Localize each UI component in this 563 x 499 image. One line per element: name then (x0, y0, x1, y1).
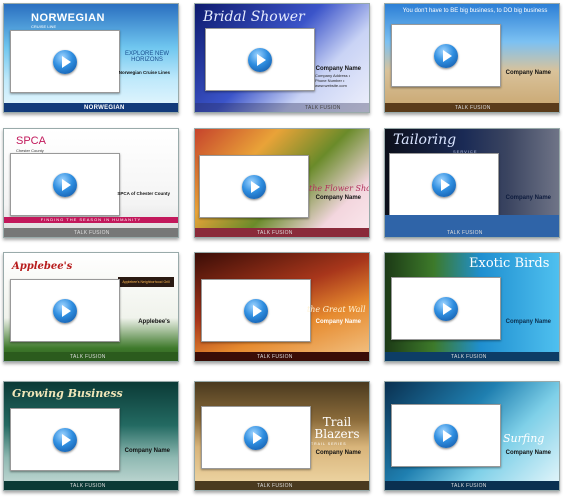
footer-brand: TALK FUSION (305, 105, 341, 111)
template-card-applebees[interactable]: Applebee's Applebee's Neighborhood Grill… (3, 252, 179, 362)
play-icon[interactable] (432, 173, 456, 197)
video-player[interactable] (201, 406, 311, 469)
play-icon[interactable] (244, 299, 268, 323)
video-player[interactable] (10, 279, 120, 342)
template-card-surfing[interactable]: Surfing Company Name TALK FUSION (384, 381, 560, 491)
card-title: You don't have to BE big business, to DO… (402, 8, 548, 14)
template-card-bridal[interactable]: Bridal Shower Company Name Company Addre… (194, 3, 370, 113)
company-name: Company Name (505, 70, 551, 76)
footer-brand: TALK FUSION (451, 483, 487, 489)
company-name: Company Name (315, 66, 361, 72)
footer-brand: TALK FUSION (257, 483, 293, 489)
card-title: Surfing (503, 432, 545, 445)
card-title: Tailoring (393, 132, 457, 148)
footer-brand: TALK FUSION (257, 230, 293, 236)
card-banner: FINDING THE SEASON IN HUMANITY (4, 217, 178, 223)
card-title: the Flower Shop (309, 184, 370, 193)
video-player[interactable] (10, 30, 120, 93)
card-title: SPCA (16, 135, 46, 147)
video-player[interactable] (201, 279, 311, 342)
video-player[interactable] (205, 28, 315, 91)
template-card-tailoring[interactable]: Tailoring SERVICE Company Name TALK FUSI… (384, 128, 560, 238)
play-icon[interactable] (244, 426, 268, 450)
video-player[interactable] (10, 408, 120, 471)
play-icon[interactable] (434, 297, 458, 321)
template-gallery: NORWEGIAN CRUISE LINE EXPLORE NEW HORIZO… (0, 0, 563, 499)
company-name: Company Name (505, 319, 551, 325)
company-name: SPCA of Chester County (117, 191, 170, 196)
card-tagline: EXPLORE NEW HORIZONS (124, 51, 169, 63)
video-player[interactable] (10, 153, 120, 216)
company-name: Company Name (505, 195, 551, 201)
template-card-trail[interactable]: Trail Blazers TRAIL SERIES Company Name … (194, 381, 370, 491)
video-player[interactable] (391, 24, 501, 87)
company-name: Company Name (315, 319, 361, 325)
play-icon[interactable] (53, 50, 77, 74)
card-title: Bridal Shower (203, 9, 305, 25)
footer-brand: TALK FUSION (70, 483, 106, 489)
card-title: NORWEGIAN (31, 12, 105, 24)
template-card-business[interactable]: You don't have to BE big business, to DO… (384, 3, 560, 113)
play-icon[interactable] (53, 428, 77, 452)
card-title: Growing Business (12, 387, 123, 400)
footer-brand: TALK FUSION (455, 105, 491, 111)
card-title: the Great Wall (307, 305, 366, 314)
company-name: Applebee's (138, 319, 170, 325)
template-card-norwegian[interactable]: NORWEGIAN CRUISE LINE EXPLORE NEW HORIZO… (3, 3, 179, 113)
contact-info: Company Address • Phone Number • www.web… (315, 73, 351, 88)
play-icon[interactable] (53, 299, 77, 323)
play-icon[interactable] (248, 48, 272, 72)
company-name: Company Name (124, 448, 170, 454)
card-title: Applebee's (12, 261, 73, 272)
video-player[interactable] (199, 155, 309, 218)
company-name: Company Name (505, 450, 551, 456)
play-icon[interactable] (434, 424, 458, 448)
footer-brand: TALK FUSION (451, 354, 487, 360)
footer-brand: NORWEGIAN (84, 105, 125, 111)
company-name: Norwegian Cruise Lines (118, 70, 170, 75)
template-card-growing[interactable]: Growing Business Company Name TALK FUSIO… (3, 381, 179, 491)
video-player[interactable] (389, 153, 499, 216)
footer-brand: TALK FUSION (74, 230, 110, 236)
card-title: Trail Blazers (314, 415, 360, 441)
play-icon[interactable] (242, 175, 266, 199)
footer-brand: TALK FUSION (257, 354, 293, 360)
template-card-spca[interactable]: SPCA Chester County SPCA of Chester Coun… (3, 128, 179, 238)
company-name: Company Name (315, 195, 361, 201)
footer-brand: TALK FUSION (70, 354, 106, 360)
template-card-exoticbirds[interactable]: Exotic Birds Company Name TALK FUSION (384, 252, 560, 362)
restaurant-sign: Applebee's Neighborhood Grill (118, 277, 174, 287)
card-subtitle: CRUISE LINE (31, 24, 57, 29)
card-subtitle: TRAIL SERIES (311, 442, 347, 446)
play-icon[interactable] (434, 44, 458, 68)
template-card-greatwall[interactable]: the Great Wall Company Name TALK FUSION (194, 252, 370, 362)
template-card-flower[interactable]: the Flower Shop Company Name TALK FUSION (194, 128, 370, 238)
video-player[interactable] (391, 277, 501, 340)
video-player[interactable] (391, 404, 501, 467)
card-title: Exotic Birds (469, 256, 550, 271)
play-icon[interactable] (53, 173, 77, 197)
footer-brand: TALK FUSION (447, 230, 483, 236)
company-name: Company Name (315, 450, 361, 456)
